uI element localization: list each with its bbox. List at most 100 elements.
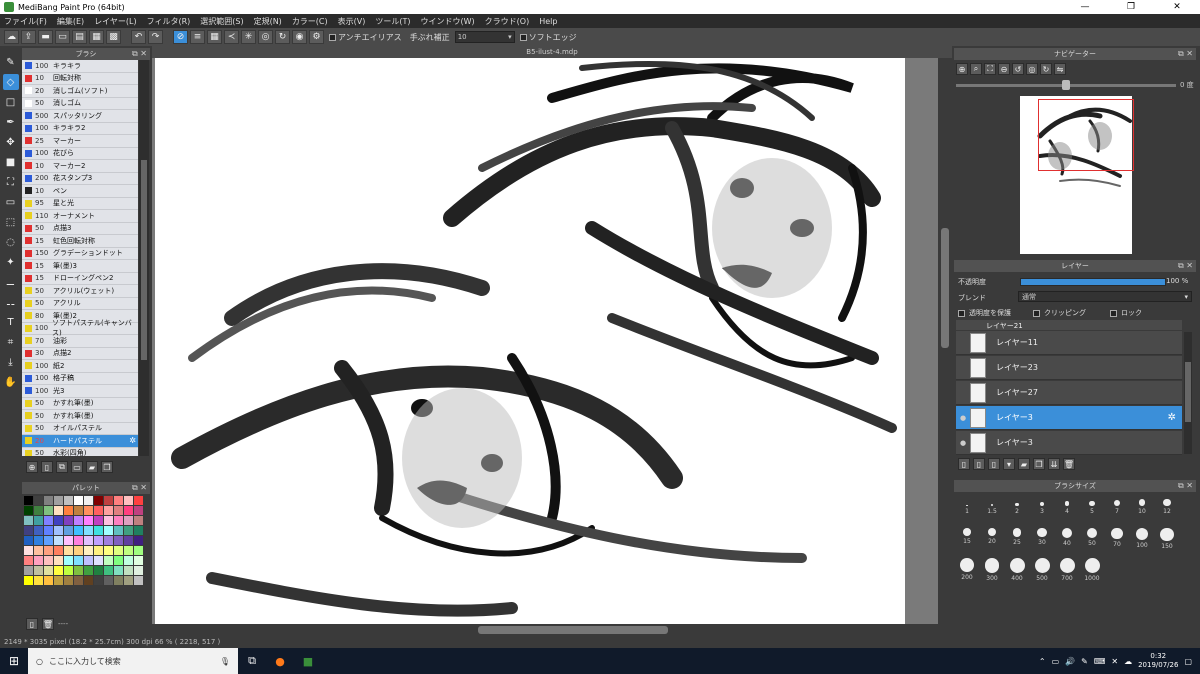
palette-swatch[interactable] — [54, 496, 63, 505]
palette-swatch[interactable] — [34, 536, 43, 545]
palette-swatch[interactable] — [84, 576, 93, 585]
palette-swatch[interactable] — [94, 576, 103, 585]
brush-item[interactable]: 200 花スタンプ3 — [22, 172, 138, 185]
brush-size-preset[interactable]: 100 — [1130, 528, 1154, 549]
palette-swatch[interactable] — [84, 526, 93, 535]
palette-swatch[interactable] — [104, 526, 113, 535]
palette-swatch[interactable] — [74, 526, 83, 535]
antialias-checkbox[interactable] — [329, 33, 336, 41]
brush-size-preset[interactable]: 7 — [1105, 496, 1129, 515]
fit-icon[interactable]: ⛶ — [984, 63, 996, 75]
brush-size-preset[interactable]: 1000 — [1080, 558, 1104, 582]
brush-item[interactable]: 10 回転対称 — [22, 72, 138, 85]
menu-selection[interactable]: 選択範囲(S) — [200, 16, 243, 27]
menu-color[interactable]: カラー(C) — [292, 16, 328, 27]
palette-swatch[interactable] — [64, 576, 73, 585]
palette-swatch[interactable] — [134, 576, 143, 585]
brush-item[interactable]: 20 消しゴム(ソフト) — [22, 85, 138, 98]
palette-swatch[interactable] — [134, 506, 143, 515]
palette-swatch[interactable] — [44, 516, 53, 525]
palette-swatch[interactable] — [74, 506, 83, 515]
palette-swatch[interactable] — [114, 496, 123, 505]
new-8bit-layer-icon[interactable]: ▯ — [988, 458, 1000, 470]
palette-swatch[interactable] — [124, 516, 133, 525]
palette-swatch[interactable] — [54, 506, 63, 515]
brush-item[interactable]: 95 星と光 — [22, 197, 138, 210]
medibang-taskbar-icon[interactable]: ■ — [294, 648, 322, 674]
palette-swatch[interactable] — [34, 496, 43, 505]
brush-size-preset[interactable]: 1 — [955, 496, 979, 515]
palette-swatch[interactable] — [44, 506, 53, 515]
palette-swatch[interactable] — [124, 556, 133, 565]
palette-swatch[interactable] — [104, 566, 113, 575]
brush-item[interactable]: 150 グラデーションドット — [22, 247, 138, 260]
canvas-horizontal-scrollbar[interactable] — [152, 624, 938, 636]
navigator-viewport[interactable] — [1038, 99, 1134, 171]
delete-layer-icon[interactable]: 🗑 — [1063, 458, 1075, 470]
taskbar-clock[interactable]: 0:32 2019/07/26 — [1138, 652, 1178, 670]
brush-item[interactable]: 15 ドローイングペン2 — [22, 272, 138, 285]
palette-swatch[interactable] — [124, 536, 133, 545]
palette-swatch[interactable] — [134, 566, 143, 575]
brush-item[interactable]: 110 オーナメント — [22, 210, 138, 223]
layer-visibility-icon[interactable] — [956, 356, 970, 380]
stabilizer-select[interactable]: 10 ▾ — [454, 31, 515, 43]
taskbar-search[interactable]: ○ ここに入力して検索 🎙 — [28, 648, 238, 674]
palette-swatch[interactable] — [84, 536, 93, 545]
palette-swatch[interactable] — [94, 536, 103, 545]
palette-swatch[interactable] — [24, 536, 33, 545]
menu-view[interactable]: 表示(V) — [338, 16, 366, 27]
blend-select[interactable]: 通常 ▾ — [1018, 291, 1192, 302]
brush-item[interactable]: 30 点描2 — [22, 347, 138, 360]
brush-size-preset[interactable]: 4 — [1055, 496, 1079, 515]
layout-icon[interactable]: ▤ — [72, 30, 87, 44]
palette-swatch[interactable] — [64, 516, 73, 525]
layer-visibility-icon[interactable]: ● — [956, 406, 970, 430]
rotate-left-icon[interactable]: ↺ — [1012, 63, 1024, 75]
palette-swatch[interactable] — [114, 556, 123, 565]
palette-swatch[interactable] — [54, 556, 63, 565]
snap-circle-icon[interactable]: ◎ — [258, 30, 273, 44]
brush-size-preset[interactable]: 30 — [1030, 528, 1054, 546]
file-icon[interactable]: ▭ — [71, 461, 83, 473]
layer-visibility-icon[interactable] — [956, 331, 970, 355]
menu-edit[interactable]: 編集(E) — [57, 16, 84, 27]
brush-item[interactable]: 100 紙2 — [22, 360, 138, 373]
layer-type-dropdown-icon[interactable]: ▾ — [1003, 458, 1015, 470]
palette-swatch[interactable] — [124, 496, 133, 505]
windows-start-icon[interactable]: ⊞ — [0, 648, 28, 674]
brush-size-preset[interactable]: 5 — [1080, 496, 1104, 515]
brush-item[interactable]: 10 ペン — [22, 185, 138, 198]
brush-item[interactable]: 25 マーカー — [22, 135, 138, 148]
layer-settings-icon[interactable]: ✲ — [1168, 412, 1176, 423]
duplicate-layer-icon[interactable]: ❐ — [1033, 458, 1045, 470]
brush-size-preset[interactable]: 200 — [955, 558, 979, 581]
gradient-tool-icon[interactable]: ▭ — [3, 194, 19, 210]
palette-swatch[interactable] — [134, 536, 143, 545]
eyedropper-icon[interactable]: ⤓ — [3, 354, 19, 370]
brush-item[interactable]: 15 筆(墨)3 — [22, 260, 138, 273]
gear-icon[interactable]: ✲ — [129, 436, 136, 445]
palette-swatch[interactable] — [54, 536, 63, 545]
palette-swatch[interactable] — [124, 566, 133, 575]
palette-swatch[interactable] — [94, 556, 103, 565]
palette-swatch[interactable] — [64, 526, 73, 535]
layer-visibility-icon[interactable] — [956, 381, 970, 405]
delete-color-icon[interactable]: 🗑 — [42, 618, 54, 630]
panel-close-icon[interactable]: ⧉ ✕ — [132, 483, 147, 493]
palette-swatch[interactable] — [24, 526, 33, 535]
palette-swatch[interactable] — [134, 516, 143, 525]
palette-swatch[interactable] — [34, 506, 43, 515]
brush-scrollbar[interactable] — [139, 60, 149, 456]
palette-swatch[interactable] — [74, 496, 83, 505]
palette-swatch[interactable] — [64, 546, 73, 555]
brush-item[interactable]: 10 マーカー2 — [22, 160, 138, 173]
palette-swatch[interactable] — [84, 496, 93, 505]
menu-window[interactable]: ウインドウ(W) — [421, 16, 475, 27]
palette-swatch[interactable] — [134, 546, 143, 555]
palette-swatch[interactable] — [84, 556, 93, 565]
brush-size-preset[interactable]: 1.5 — [980, 496, 1004, 515]
palette-swatch[interactable] — [54, 526, 63, 535]
task-view-icon[interactable]: ⧉ — [238, 648, 266, 674]
dot-tool-icon[interactable]: □ — [3, 94, 19, 110]
